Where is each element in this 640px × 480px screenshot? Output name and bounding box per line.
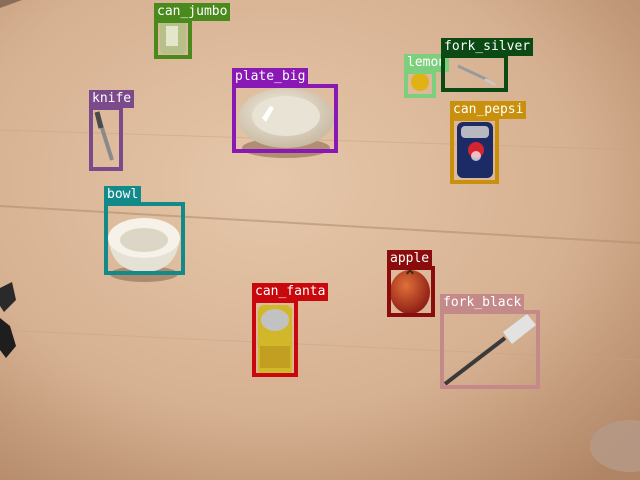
detection-label: fork_black [440,294,525,312]
table-photo [0,0,640,480]
detection-label: knife [89,90,135,108]
detection-box-can-fanta: can_fanta [252,283,329,377]
detection-box-knife: knife [89,90,135,171]
detection-box-plate-big: plate_big [232,68,338,153]
detection-box-fork-silver: fork_silver [441,38,534,92]
annotated-scene: can_jumbo plate_big lemon fork_silver kn… [0,0,640,480]
detection-box-can-pepsi: can_pepsi [450,101,527,184]
detection-label: fork_silver [441,38,534,56]
detection-box-apple: apple [387,250,435,317]
detection-box-bowl: bowl [104,186,185,275]
detection-box-lemon: lemon [404,54,450,98]
detection-label: can_fanta [252,283,329,301]
detection-box-fork-black: fork_black [440,294,540,389]
detection-label: plate_big [232,68,309,86]
detection-label: can_jumbo [154,3,231,21]
detection-box-can-jumbo: can_jumbo [154,3,231,59]
detection-label: can_pepsi [450,101,527,119]
detection-label: apple [387,250,433,268]
detection-label: bowl [104,186,142,204]
